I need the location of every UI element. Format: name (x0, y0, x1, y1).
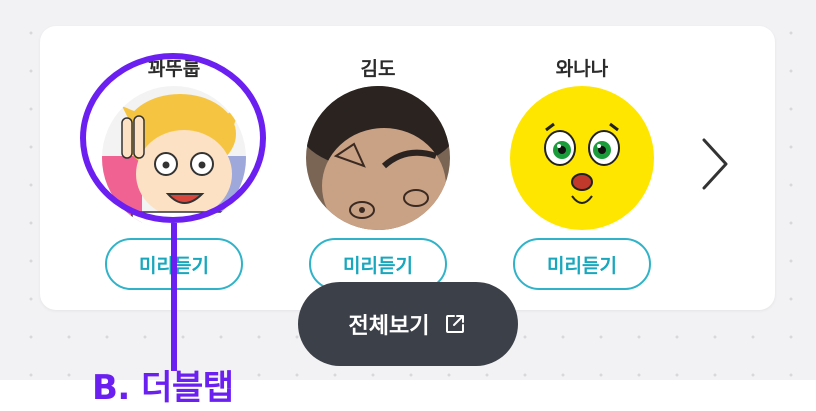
yellow-cartoon-creature-avatar-icon[interactable] (510, 86, 654, 230)
view-all-button[interactable]: 전체보기 (298, 282, 518, 366)
double-tap-highlight-ring (80, 53, 266, 223)
person-face-doodles-avatar-icon[interactable] (306, 86, 450, 230)
chevron-right-icon[interactable] (700, 138, 730, 190)
preview-button[interactable]: 미리듣기 (513, 238, 651, 290)
view-all-label: 전체보기 (348, 314, 430, 339)
annotation-label: B. 더블탭 (92, 368, 234, 408)
creator-name: 김도 (360, 58, 396, 80)
double-tap-callout-line (171, 223, 177, 371)
creator-name: 와나나 (555, 58, 609, 80)
external-link-icon (446, 315, 465, 333)
